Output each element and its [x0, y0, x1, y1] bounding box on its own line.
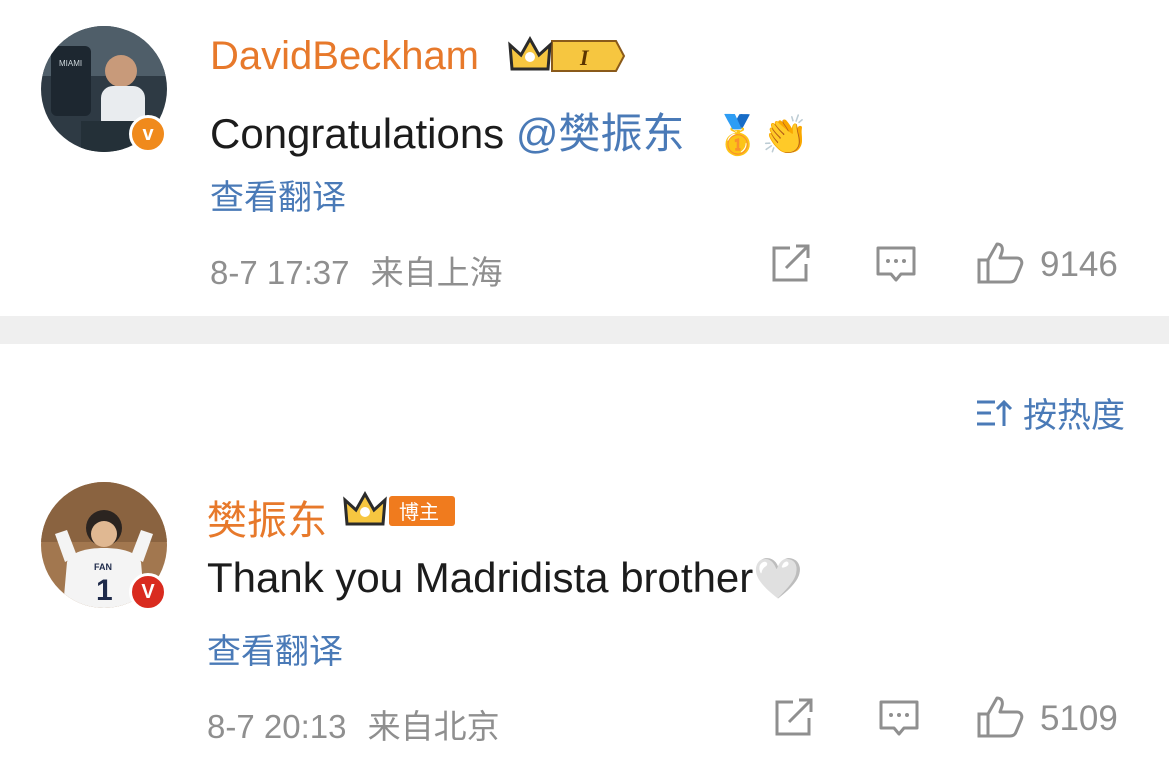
- share-icon[interactable]: [773, 698, 815, 738]
- creator-badge-label: 博主: [399, 500, 439, 524]
- translate-link[interactable]: 查看翻译: [210, 170, 346, 219]
- crown-icon: I: [508, 35, 626, 72]
- comment-meta: 8-7 20:13 来自北京: [207, 700, 500, 748]
- thumbs-up-icon[interactable]: [975, 240, 1025, 286]
- emoji: 🤍: [753, 557, 804, 601]
- reply-icon[interactable]: [878, 698, 920, 738]
- reply-icon[interactable]: [875, 244, 917, 284]
- share-icon[interactable]: [770, 244, 812, 284]
- comment-meta: 8-7 17:37 来自上海: [210, 246, 503, 294]
- weibo-comments-page: MIAMI v DavidBeckham I Congratulations @…: [0, 0, 1169, 758]
- comment-location: 来自北京: [367, 708, 500, 745]
- verified-badge-icon: v: [129, 115, 167, 153]
- comment-text-content: Thank you Madridista brother: [207, 554, 754, 601]
- svg-text:MIAMI: MIAMI: [59, 59, 82, 68]
- comment-date: 8-7 20:13: [207, 708, 347, 745]
- like-count: 5109: [1040, 699, 1118, 738]
- comment-text: Thank you Madridista brother🤍: [207, 554, 803, 602]
- username[interactable]: DavidBeckham: [210, 34, 479, 79]
- like-count: 9146: [1040, 245, 1118, 284]
- comment-text-content: Congratulations: [210, 110, 516, 157]
- svg-text:I: I: [579, 45, 590, 70]
- svg-text:1: 1: [96, 574, 113, 607]
- translate-link[interactable]: 查看翻译: [207, 624, 343, 673]
- mention-link[interactable]: @樊振东: [516, 110, 685, 157]
- comment-item: FAN 1 V 樊振东 博主 Thank you Madridista brot…: [0, 344, 1169, 758]
- thumbs-up-icon[interactable]: [975, 694, 1025, 740]
- comment-text: Congratulations @樊振东 🥇👏: [210, 100, 809, 161]
- section-divider: [0, 316, 1169, 344]
- crown-icon: 博主: [343, 490, 455, 526]
- comment-location: 来自上海: [370, 254, 503, 291]
- emoji: 🥇👏: [714, 115, 809, 157]
- username[interactable]: 樊振东: [207, 488, 327, 546]
- comment-item: MIAMI v DavidBeckham I Congratulations @…: [0, 0, 1169, 316]
- verified-badge-icon: V: [129, 573, 167, 611]
- svg-text:FAN: FAN: [94, 562, 112, 572]
- comment-date: 8-7 17:37: [210, 254, 350, 291]
